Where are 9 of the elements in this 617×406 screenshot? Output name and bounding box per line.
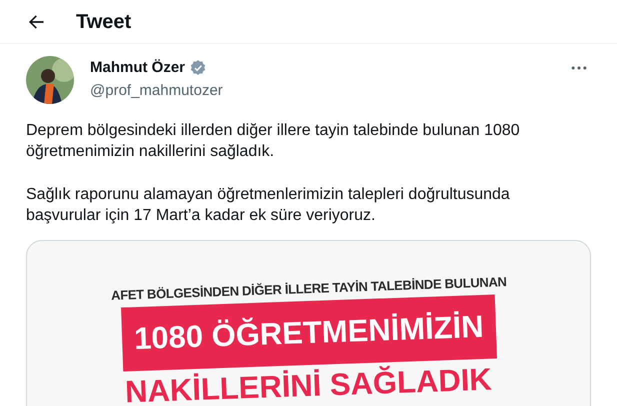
avatar[interactable] bbox=[26, 56, 74, 104]
author-handle[interactable]: @prof_mahmutozer bbox=[90, 80, 223, 102]
page-title: Tweet bbox=[76, 10, 132, 34]
tweet-text: Deprem bölgesindeki illerden diğer illere tayin talebinde bulunan 1080 öğretmenimizin nakillerini sağladık. bbox=[26, 121, 521, 162]
tweet-text: Sağlık raporunu alamayan öğretmenlerimizin talepleri doğrultusunda başvurular için 17 Mart’a kadar ek süre veriyoruz. bbox=[26, 185, 511, 226]
media-card[interactable]: AFET BÖLGESİNDEN DİĞER İLLERE TAYİN TALEBİNDE BULUNAN 1080 ÖĞRETMENİMİZİN NAKİLLERİNİ SAĞLADIK bbox=[26, 240, 591, 406]
media-headline: NAKİLLERİNİ SAĞLADIK bbox=[124, 360, 492, 406]
media-subtitle: AFET BÖLGESİNDEN DİĞER İLLERE TAYİN TALEBİNDE BULUNAN bbox=[110, 273, 507, 305]
author-name[interactable]: Mahmut Özer bbox=[90, 57, 186, 80]
